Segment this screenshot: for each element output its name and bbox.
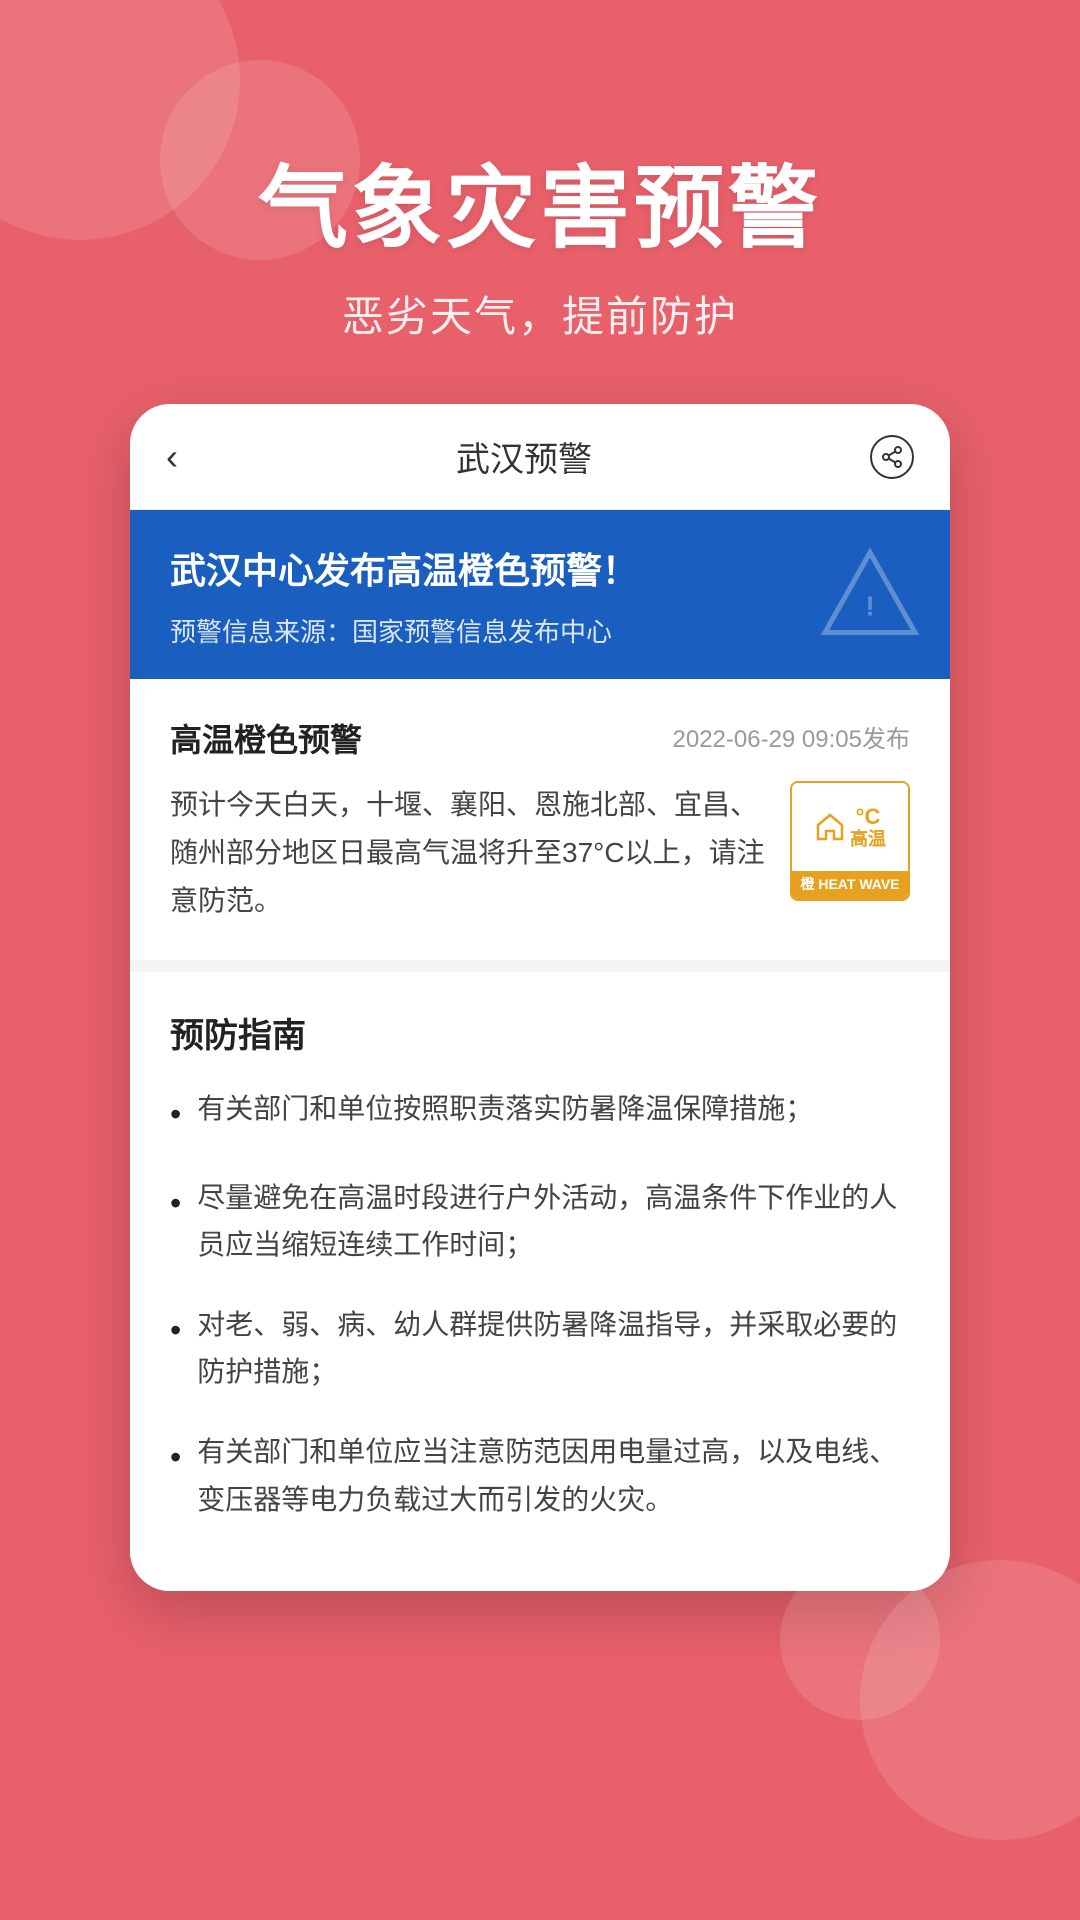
prevention-list-item: • 有关部门和单位按照职责落实防暑降温保障措施；	[170, 1085, 910, 1141]
prevention-list: • 有关部门和单位按照职责落实防暑降温保障措施； • 尽量避免在高温时段进行户外…	[170, 1085, 910, 1523]
prevention-list-item: • 有关部门和单位应当注意防范因用电量过高，以及电线、变压器等电力负载过大而引发…	[170, 1428, 910, 1523]
phone-card: ‹ 武汉预警 武汉中心发布高温橙色预警！ 预警信息来源：国家预警信息发布中心 !…	[130, 404, 950, 1591]
badge-gaowen-label: 高温	[850, 830, 886, 850]
bg-decoration-circle-2	[160, 60, 360, 260]
badge-celsius: °C	[856, 804, 881, 830]
warning-header: 高温橙色预警 2022-06-29 09:05发布	[170, 715, 910, 761]
app-bar: ‹ 武汉预警	[130, 404, 950, 510]
svg-text:!: !	[865, 590, 874, 621]
prevention-title: 预防指南	[170, 1008, 910, 1057]
alert-banner: 武汉中心发布高温橙色预警！ 预警信息来源：国家预警信息发布中心 !	[130, 510, 950, 679]
alert-banner-title: 武汉中心发布高温橙色预警！	[170, 546, 910, 596]
prevention-list-item: • 对老、弱、病、幼人群提供防暑降温指导，并采取必要的防护措施；	[170, 1301, 910, 1396]
house-icon	[814, 811, 846, 843]
prevention-area: 预防指南 • 有关部门和单位按照职责落实防暑降温保障措施； • 尽量避免在高温时…	[130, 972, 950, 1591]
warning-type-title: 高温橙色预警	[170, 715, 362, 761]
bg-decoration-circle-4	[780, 1560, 940, 1720]
heat-wave-badge: °C 高温 橙 HEAT WAVE	[790, 781, 910, 901]
bullet-icon: •	[170, 1087, 181, 1141]
bullet-icon: •	[170, 1176, 181, 1230]
separator	[130, 960, 950, 972]
prevention-item-text: 有关部门和单位应当注意防范因用电量过高，以及电线、变压器等电力负载过大而引发的火…	[197, 1428, 910, 1523]
warning-triangle-icon: !	[820, 547, 920, 642]
alert-banner-source: 预警信息来源：国家预警信息发布中心	[170, 612, 910, 649]
sub-title: 恶劣天气，提前防护	[0, 283, 1080, 344]
bullet-icon: •	[170, 1303, 181, 1357]
badge-bottom: 橙 HEAT WAVE	[792, 871, 908, 900]
prevention-item-text: 尽量避免在高温时段进行户外活动，高温条件下作业的人员应当缩短连续工作时间；	[197, 1174, 910, 1269]
warning-description: 预计今天白天，十堰、襄阳、恩施北部、宜昌、随州部分地区日最高气温将升至37°C以…	[170, 781, 770, 924]
prevention-item-text: 有关部门和单位按照职责落实防暑降温保障措施；	[197, 1085, 813, 1133]
warning-body: 预计今天白天，十堰、襄阳、恩施北部、宜昌、随州部分地区日最高气温将升至37°C以…	[170, 781, 910, 924]
back-button[interactable]: ‹	[166, 436, 178, 478]
badge-top: °C 高温	[792, 783, 908, 870]
badge-heat-wave-label: 橙 HEAT WAVE	[800, 876, 899, 892]
warning-content-area: 高温橙色预警 2022-06-29 09:05发布 预计今天白天，十堰、襄阳、恩…	[130, 679, 950, 960]
warning-date: 2022-06-29 09:05发布	[673, 719, 911, 754]
app-bar-title: 武汉预警	[456, 432, 592, 481]
bullet-icon: •	[170, 1430, 181, 1484]
prevention-item-text: 对老、弱、病、幼人群提供防暑降温指导，并采取必要的防护措施；	[197, 1301, 910, 1396]
share-button[interactable]	[870, 435, 914, 479]
prevention-list-item: • 尽量避免在高温时段进行户外活动，高温条件下作业的人员应当缩短连续工作时间；	[170, 1174, 910, 1269]
